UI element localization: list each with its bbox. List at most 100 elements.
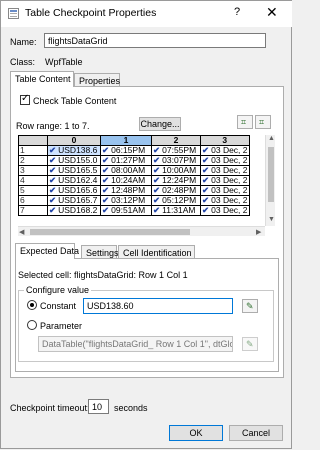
cell-value: 12:48PM <box>111 185 146 195</box>
tab-table-content[interactable]: Table Content <box>10 71 74 87</box>
scroll-down-icon[interactable]: ▼ <box>268 216 275 223</box>
table-cell[interactable]: ✔ 03 Dec, 2 <box>200 165 250 176</box>
table-cell[interactable]: ✔ 01:27PM <box>100 155 152 166</box>
row-number[interactable]: 4 <box>18 175 48 186</box>
cell-value: 09:51AM <box>111 205 146 215</box>
table-cell[interactable]: ✔ USD165.6 <box>47 185 101 196</box>
row-number[interactable]: 7 <box>18 205 48 216</box>
cell-value: USD165.5 <box>58 165 98 175</box>
cell-value: 03 Dec, 2 <box>211 205 248 215</box>
horizontal-scroll-thumb[interactable] <box>30 229 190 235</box>
scroll-up-icon[interactable]: ▲ <box>268 135 275 142</box>
table-cell[interactable]: ✔ 03 Dec, 2 <box>200 175 250 186</box>
checkpoint-timeout-input[interactable]: 10 <box>88 399 109 414</box>
table-cell[interactable]: ✔ 03 Dec, 2 <box>200 145 250 156</box>
vertical-scroll-thumb[interactable] <box>268 147 274 202</box>
edit-constant-icon[interactable]: ✎ <box>242 299 258 313</box>
table-cell[interactable]: ✔ 10:00AM <box>151 165 201 176</box>
table-cell[interactable]: ✔ 11:31AM <box>151 205 201 216</box>
tab-properties[interactable]: Properties <box>74 73 120 87</box>
table-cell[interactable]: ✔ 10:24AM <box>100 175 152 186</box>
checkmark-icon: ✔ <box>153 195 161 205</box>
table-cell[interactable]: ✔ 02:48PM <box>151 185 201 196</box>
table-cell[interactable]: ✔ 05:12PM <box>151 195 201 206</box>
row-number[interactable]: 6 <box>18 195 48 206</box>
cancel-button[interactable]: Cancel <box>229 425 283 441</box>
row-number[interactable]: 2 <box>18 155 48 166</box>
table-cell[interactable]: ✔ 09:51AM <box>100 205 152 216</box>
change-button[interactable]: Change... <box>139 117 181 131</box>
cell-value: 10:00AM <box>162 165 197 175</box>
checkmark-icon: ✔ <box>153 145 161 155</box>
table-cell[interactable]: ✔ USD168.2 <box>47 205 101 216</box>
table-row: 4 ✔ USD162.4 ✔ 10:24AM ✔ 12:24PM ✔ 03 Dec, 2 <box>18 175 250 186</box>
grid-vertical-scrollbar[interactable]: ▲ ▼ <box>265 135 275 226</box>
table-row: 3 ✔ USD165.5 ✔ 08:00AM ✔ 10:00AM ✔ 03 Dec, 2 <box>18 165 250 176</box>
column-header[interactable]: 1 <box>100 135 152 146</box>
table-cell[interactable]: ✔ USD155.0 <box>47 155 101 166</box>
checkmark-icon: ✔ <box>202 145 210 155</box>
select-cell-icon[interactable]: ⌗ <box>237 115 253 129</box>
cell-value: 03 Dec, 2 <box>211 145 248 155</box>
select-all-icon[interactable]: ⌗ <box>255 115 271 129</box>
close-icon[interactable]: ✕ <box>266 4 278 21</box>
table-cell[interactable]: ✔ USD162.4 <box>47 175 101 186</box>
cell-value: 03 Dec, 2 <box>211 165 248 175</box>
name-field[interactable]: flightsDataGrid <box>44 33 266 48</box>
table-cell[interactable]: ✔ 12:48PM <box>100 185 152 196</box>
table-cell[interactable]: ✔ USD138.6 <box>47 145 101 156</box>
table-cell[interactable]: ✔ 07:55PM <box>151 145 201 156</box>
cell-value: 03:07PM <box>162 155 197 165</box>
row-range-label: Row range: 1 to 7. <box>16 121 90 131</box>
table-cell[interactable]: ✔ 03 Dec, 2 <box>200 185 250 196</box>
row-number[interactable]: 3 <box>18 165 48 176</box>
edit-parameter-icon[interactable]: ✎ <box>242 337 258 351</box>
checkmark-icon: ✔ <box>49 165 57 175</box>
table-cell[interactable]: ✔ USD165.7 <box>47 195 101 206</box>
checkmark-icon: ✔ <box>102 155 110 165</box>
checkmark-icon: ✔ <box>153 165 161 175</box>
table-cell[interactable]: ✔ 03 Dec, 2 <box>200 195 250 206</box>
column-header[interactable]: 0 <box>47 135 101 146</box>
tab-expected-data[interactable]: Expected Data <box>15 243 79 259</box>
table-cell[interactable]: ✔ USD165.5 <box>47 165 101 176</box>
table-cell[interactable]: ✔ 03:07PM <box>151 155 201 166</box>
row-number[interactable]: 5 <box>18 185 48 196</box>
configure-value-title: Configure value <box>24 285 92 295</box>
table-data-grid: 0 1 2 3 1 ✔ USD138.6 ✔ 06:15PM ✔ 07:55PM ✔ 0… <box>18 135 250 216</box>
checkmark-icon: ✔ <box>102 185 110 195</box>
scroll-right-icon[interactable]: ▶ <box>256 228 261 236</box>
help-icon[interactable]: ? <box>234 6 240 18</box>
cell-value: 10:24AM <box>111 175 146 185</box>
constant-radio[interactable] <box>27 300 37 310</box>
checkmark-icon: ✔ <box>49 195 57 205</box>
table-cell[interactable]: ✔ 06:15PM <box>100 145 152 156</box>
table-cell[interactable]: ✔ 08:00AM <box>100 165 152 176</box>
scroll-left-icon[interactable]: ◀ <box>19 228 24 236</box>
checkmark-icon: ✔ <box>153 205 161 215</box>
grid-horizontal-scrollbar[interactable]: ◀ ▶ <box>18 226 265 236</box>
parameter-value-input[interactable]: DataTable("flightsDataGrid_ Row 1 Col 1"… <box>38 336 233 352</box>
table-cell[interactable]: ✔ 03 Dec, 2 <box>200 205 250 216</box>
parameter-radio[interactable] <box>27 320 37 330</box>
table-cell[interactable]: ✔ 12:24PM <box>151 175 201 186</box>
window-title: Table Checkpoint Properties <box>25 7 157 19</box>
checkmark-icon: ✔ <box>102 175 110 185</box>
cell-value: 11:31AM <box>162 205 196 215</box>
column-header[interactable]: 3 <box>200 135 250 146</box>
ok-button[interactable]: OK <box>169 425 223 441</box>
tab-cell-identification[interactable]: Cell Identification <box>118 245 195 259</box>
table-cell[interactable]: ✔ 03:12PM <box>100 195 152 206</box>
tab-settings[interactable]: Settings <box>81 245 119 259</box>
cell-value: USD138.6 <box>58 145 98 155</box>
column-header[interactable]: 2 <box>151 135 201 146</box>
cell-value: 06:15PM <box>111 145 146 155</box>
constant-value-input[interactable]: USD138.60 <box>83 298 233 314</box>
check-table-content-checkbox[interactable] <box>20 93 30 105</box>
cell-value: USD165.6 <box>58 185 98 195</box>
name-label: Name: <box>10 37 37 47</box>
row-number[interactable]: 1 <box>18 145 48 156</box>
table-cell[interactable]: ✔ 03 Dec, 2 <box>200 155 250 166</box>
checkmark-icon: ✔ <box>102 205 110 215</box>
cell-value: 08:00AM <box>111 165 146 175</box>
